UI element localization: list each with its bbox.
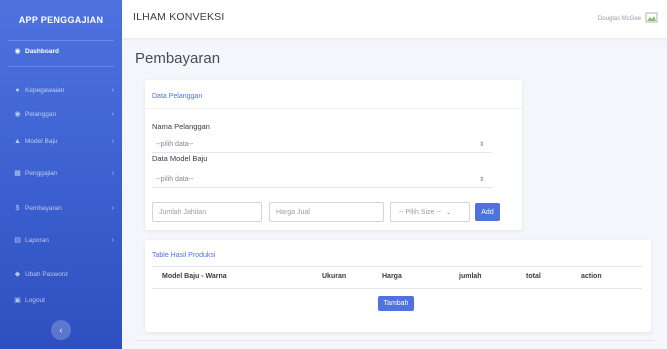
users-icon: ◉: [14, 111, 21, 118]
column-header-jumlah: jumlah: [459, 273, 482, 280]
sidebar-item-model-baju[interactable]: ▲ Model Baju ›: [0, 131, 122, 151]
sidebar-item-pelanggan[interactable]: ◉ Pelanggan ›: [0, 104, 122, 124]
sidebar-item-laporan[interactable]: ▤ Laporan ›: [0, 230, 122, 250]
customer-form-card: Data Pelanggan Nama Pelanggan --pilih da…: [145, 80, 522, 230]
card-header: Table Hasil Produksi: [152, 252, 216, 259]
model-select[interactable]: --pilih data-- ⇕: [152, 171, 492, 188]
customer-name-label: Nama Pelanggan: [152, 122, 210, 131]
sidebar-item-label: Penggajian: [25, 169, 58, 177]
user-icon: ●: [15, 86, 20, 94]
key-icon: ◆: [14, 271, 21, 278]
money-icon: $: [15, 204, 20, 212]
table-icon: ▦: [14, 170, 21, 177]
logout-icon: ▣: [14, 297, 21, 304]
select-value: -- Pilih Size --: [399, 208, 442, 216]
sidebar-brand[interactable]: APP PENGGAJIAN: [0, 0, 122, 40]
report-icon: ▤: [14, 237, 21, 244]
sidebar-item-logout[interactable]: ▣ Logout: [0, 290, 122, 310]
user-name[interactable]: Douglas McGee: [598, 16, 641, 22]
column-header-action: action: [581, 273, 602, 280]
size-select[interactable]: -- Pilih Size -- ⌄: [390, 202, 470, 222]
model-label: Data Model Baju: [152, 154, 208, 163]
page-title: Pembayaran: [135, 50, 221, 67]
chevron-right-icon: ›: [111, 204, 114, 212]
sidebar-item-label: Pembayaran: [25, 204, 62, 212]
column-header-total: total: [526, 273, 541, 280]
quantity-input[interactable]: Jumlah Jahitan: [152, 202, 262, 222]
chevron-right-icon: ›: [111, 169, 114, 177]
select-value: --pilih data--: [156, 175, 194, 183]
footer-divider: [135, 340, 655, 341]
divider: [152, 288, 642, 289]
chevron-right-icon: ›: [111, 110, 114, 118]
save-button[interactable]: Tambah: [378, 296, 414, 311]
shirt-icon: ▲: [14, 137, 21, 145]
dashboard-icon: ◉: [14, 48, 21, 55]
production-table-card: Table Hasil Produksi Model Baju - Warna …: [145, 240, 651, 332]
broken-image-icon: [645, 12, 658, 23]
chevron-updown-icon: ⇕: [478, 176, 484, 183]
column-header-model: Model Baju - Warna: [162, 273, 227, 280]
app-title: ILHAM KONVEKSI: [133, 11, 225, 23]
price-input[interactable]: Harga Jual: [269, 202, 384, 222]
select-value: --pilih data--: [156, 140, 194, 148]
customer-select[interactable]: --pilih data-- ⇕: [152, 136, 492, 153]
chevron-right-icon: ›: [111, 137, 114, 145]
chevron-right-icon: ›: [111, 236, 114, 244]
sidebar-item-ubah-pasword[interactable]: ◆ Ubah Pasword: [0, 264, 122, 284]
add-button[interactable]: Add: [475, 203, 500, 221]
sidebar-item-label: Ubah Pasword: [25, 270, 68, 278]
sidebar-divider: [8, 66, 114, 67]
divider: [145, 108, 522, 109]
topbar: ILHAM KONVEKSI Douglas McGee: [122, 0, 667, 38]
card-header: Data Pelanggan: [152, 93, 203, 100]
sidebar-item-dashboard[interactable]: ◉ Dashboard: [0, 41, 122, 61]
sidebar-item-kepegawaian[interactable]: ● Kepegawaian ›: [0, 80, 122, 100]
chevron-updown-icon: ⇕: [478, 141, 484, 148]
column-header-ukuran: Ukuran: [322, 273, 347, 280]
sidebar: APP PENGGAJIAN ◉ Dashboard ● Kepegawaian…: [0, 0, 122, 349]
sidebar-item-label: Pelanggan: [25, 110, 57, 118]
avatar[interactable]: [645, 11, 658, 24]
sidebar-item-pembayaran[interactable]: $ Pembayaran ›: [0, 198, 122, 218]
column-header-harga: Harga: [382, 273, 402, 280]
chevron-down-icon: ⌄: [446, 209, 452, 216]
sidebar-item-label: Laporan: [25, 236, 49, 244]
sidebar-item-label: Logout: [25, 296, 45, 304]
sidebar-item-penggajian[interactable]: ▦ Penggajian ›: [0, 163, 122, 183]
sidebar-item-label: Kepegawaian: [25, 86, 65, 94]
sidebar-item-label: Model Baju: [25, 137, 58, 145]
sidebar-item-label: Dashboard: [25, 47, 59, 55]
chevron-right-icon: ›: [111, 86, 114, 94]
sidebar-toggle-button[interactable]: ‹: [51, 320, 71, 340]
divider: [152, 266, 642, 267]
